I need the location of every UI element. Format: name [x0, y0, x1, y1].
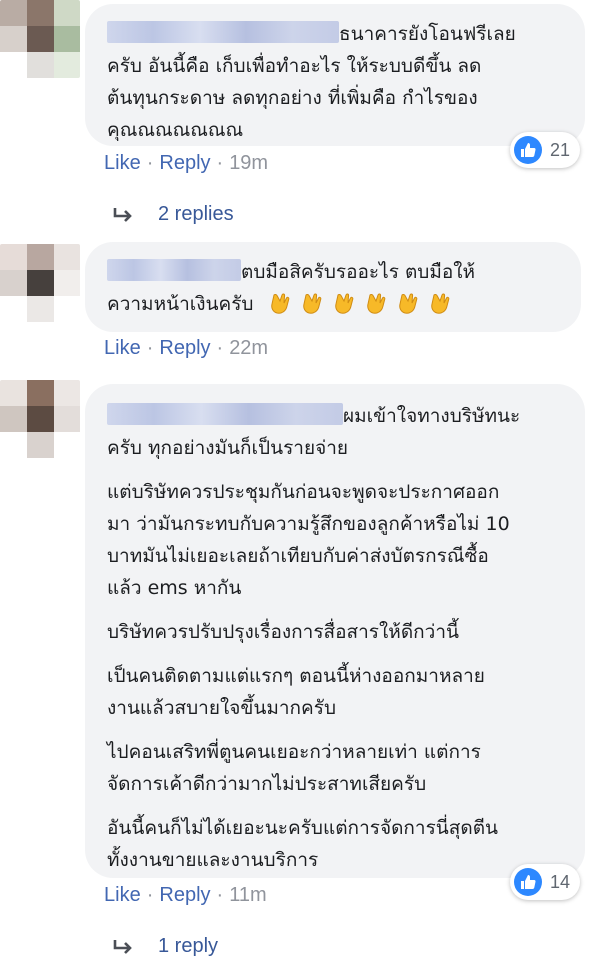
reaction-count: 14 — [550, 871, 571, 892]
reaction-count: 21 — [550, 139, 571, 160]
clapping-hands-icon — [302, 293, 321, 314]
like-link[interactable]: Like — [104, 884, 141, 906]
comment-bubble: ธนาคารยังโอนฟรีเลย ครับ อันนี้คือ เก็บเพ… — [85, 4, 585, 146]
timestamp[interactable]: 19m — [229, 152, 268, 174]
timestamp[interactable]: 11m — [229, 884, 266, 906]
like-reaction-icon — [514, 868, 542, 896]
clapping-hands-icon — [430, 293, 449, 314]
comment-text: ธนาคารยังโอนฟรีเลย ครับ อันนี้คือ เก็บเพ… — [107, 21, 516, 141]
reply-arrow-icon — [112, 207, 134, 223]
view-replies-link[interactable]: 2 replies — [112, 203, 234, 226]
reply-link[interactable]: Reply — [159, 884, 210, 906]
timestamp[interactable]: 22m — [229, 337, 268, 359]
clapping-hands-icon — [334, 293, 353, 314]
comment-text: ตบมือสิครับรออะไร ตบมือให้ ความหน้าเงินค… — [107, 259, 476, 315]
comment-actions: Like · Reply · 11m — [104, 884, 267, 906]
avatar[interactable] — [0, 0, 80, 78]
comment-actions: Like · Reply · 19m — [104, 152, 269, 174]
reaction-summary[interactable]: 21 — [510, 132, 581, 168]
avatar[interactable] — [0, 244, 80, 322]
redacted-username[interactable] — [107, 259, 241, 281]
view-replies-link[interactable]: 1 reply — [112, 935, 218, 958]
like-reaction-icon — [514, 136, 542, 164]
comment-paragraph: ไปคอนเสริทพี่ตูนคนเยอะกว่าหลายเท่า แต่กา… — [107, 741, 481, 795]
comment-bubble: ผมเข้าใจทางบริษัทนะ ครับ ทุกอย่างมันก็เป… — [85, 384, 585, 878]
comment-paragraph: อันนี้คนก็ไม่ได้เยอะนะครับแต่การจัดการนี… — [107, 817, 499, 871]
replies-count: 2 replies — [158, 203, 234, 225]
clapping-hands-icon — [270, 293, 289, 314]
comment-paragraph: ผมเข้าใจทางบริษัทนะ ครับ ทุกอย่างมันก็เป… — [107, 403, 521, 459]
comment-paragraph: เป็นคนติดตามแต่แรกๆ ตอนนี้ห่างออกมาหลาย … — [107, 665, 485, 719]
like-link[interactable]: Like — [104, 337, 141, 359]
comment-paragraph: แต่บริษัทควรประชุมกันก่อนจะพูดจะประกาศออ… — [107, 481, 510, 599]
comment-paragraph: บริษัทควรปรับปรุงเรื่องการสื่อสารให้ดีกว… — [107, 621, 459, 643]
clapping-hands-icon — [398, 293, 417, 314]
reply-link[interactable]: Reply — [159, 152, 210, 174]
redacted-username[interactable] — [107, 21, 339, 43]
comment-bubble: ตบมือสิครับรออะไร ตบมือให้ ความหน้าเงินค… — [85, 242, 581, 332]
reply-arrow-icon — [112, 939, 134, 955]
clapping-hands-emojis — [268, 293, 460, 315]
reply-link[interactable]: Reply — [159, 337, 210, 359]
redacted-username[interactable] — [107, 403, 343, 425]
comment-actions: Like · Reply · 22m — [104, 337, 269, 359]
clapping-hands-icon — [366, 293, 385, 314]
like-link[interactable]: Like — [104, 152, 141, 174]
avatar[interactable] — [0, 380, 80, 458]
reaction-summary[interactable]: 14 — [510, 864, 581, 900]
replies-count: 1 reply — [158, 935, 219, 957]
